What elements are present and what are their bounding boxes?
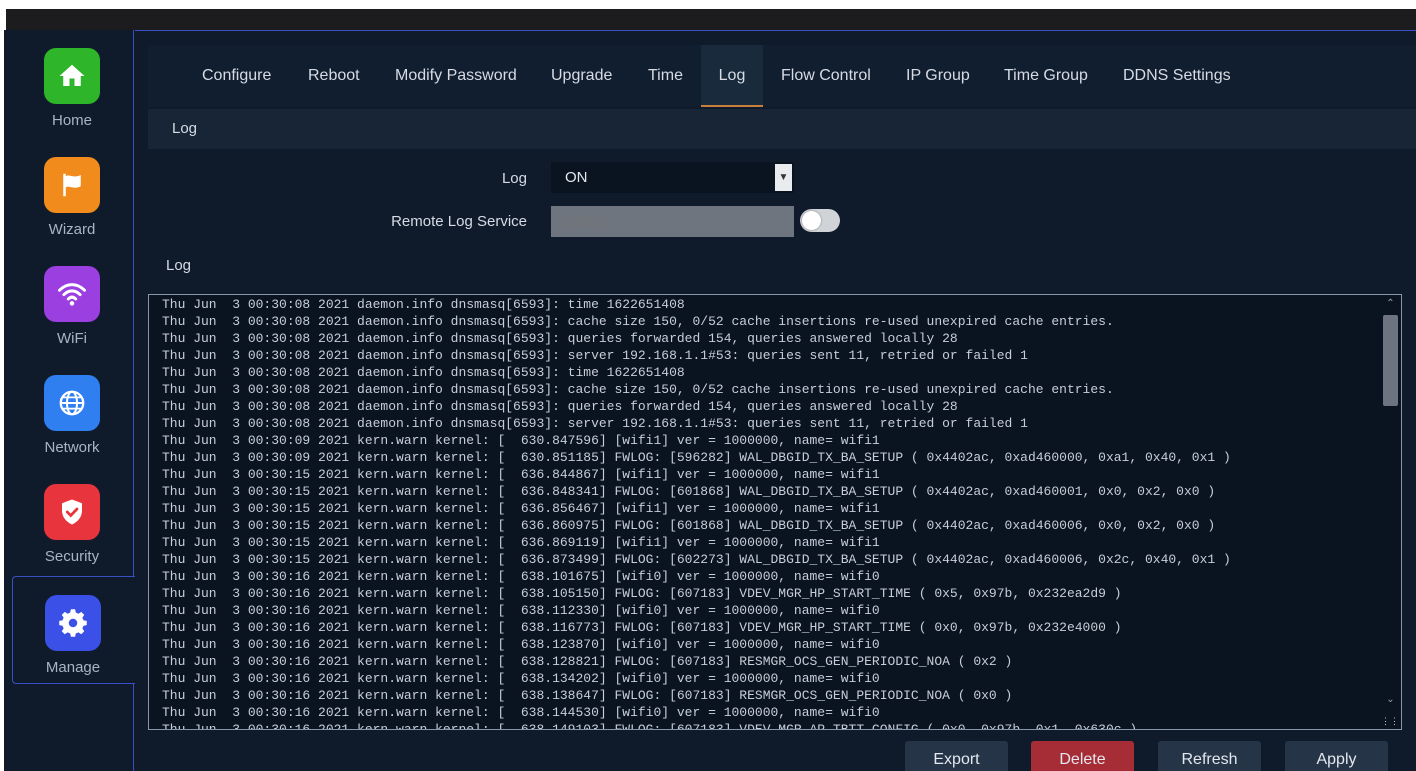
log-line: Thu Jun 3 00:30:09 2021 kern.warn kernel… bbox=[162, 433, 880, 448]
log-line: Thu Jun 3 00:30:16 2021 kern.warn kernel… bbox=[162, 654, 1013, 669]
sidebar-item-label: Manage bbox=[45, 659, 101, 676]
log-line: Thu Jun 3 00:30:08 2021 daemon.info dnsm… bbox=[162, 399, 958, 414]
scroll-up-icon[interactable]: ⌃ bbox=[1383, 297, 1398, 311]
log-heading: Log bbox=[166, 257, 192, 274]
log-line: Thu Jun 3 00:30:08 2021 daemon.info dnsm… bbox=[162, 297, 685, 312]
sidebar-item-label: WiFi bbox=[57, 330, 87, 347]
log-select-value: ON bbox=[565, 169, 588, 186]
delete-button[interactable]: Delete bbox=[1031, 741, 1134, 771]
browser-bar bbox=[6, 9, 1416, 31]
refresh-button[interactable]: Refresh bbox=[1158, 741, 1261, 771]
main-panel: Configure Reboot Modify Password Upgrade… bbox=[135, 30, 1416, 771]
resize-grip-icon[interactable]: ⋮⋮ bbox=[1381, 716, 1399, 727]
log-line: Thu Jun 3 00:30:09 2021 kern.warn kernel… bbox=[162, 450, 1231, 465]
chevron-down-icon: ▼ bbox=[775, 164, 792, 191]
log-line: Thu Jun 3 00:30:16 2021 kern.warn kernel… bbox=[162, 671, 880, 686]
log-line: Thu Jun 3 00:30:16 2021 kern.warn kernel… bbox=[162, 586, 1122, 601]
sidebar-item-label: Network bbox=[44, 439, 100, 456]
log-line: Thu Jun 3 00:30:16 2021 kern.warn kernel… bbox=[162, 569, 880, 584]
tab-log[interactable]: Log bbox=[701, 45, 763, 107]
log-line: Thu Jun 3 00:30:15 2021 kern.warn kernel… bbox=[162, 467, 880, 482]
log-scrollbar[interactable]: ⌃ ⌄ bbox=[1380, 295, 1401, 729]
log-line: Thu Jun 3 00:30:08 2021 daemon.info dnsm… bbox=[162, 365, 685, 380]
remote-log-toggle[interactable] bbox=[800, 209, 840, 232]
log-line: Thu Jun 3 00:30:16 2021 kern.warn kernel… bbox=[162, 637, 880, 652]
sidebar-item-label: Home bbox=[51, 112, 92, 129]
tab-configure[interactable]: Configure bbox=[190, 45, 283, 107]
section-title: Log bbox=[148, 109, 1416, 149]
sidebar-item-wifi[interactable]: WiFi bbox=[4, 248, 134, 356]
tab-reboot[interactable]: Reboot bbox=[296, 45, 372, 107]
scroll-thumb[interactable] bbox=[1383, 315, 1398, 406]
log-line: Thu Jun 3 00:30:15 2021 kern.warn kernel… bbox=[162, 501, 880, 516]
tab-bar: Configure Reboot Modify Password Upgrade… bbox=[148, 45, 1416, 107]
log-label: Log bbox=[501, 170, 527, 187]
log-line: Thu Jun 3 00:30:15 2021 kern.warn kernel… bbox=[162, 552, 1231, 567]
sidebar: Home Wizard WiFi Network Security Manage bbox=[4, 30, 139, 771]
log-line: Thu Jun 3 00:30:16 2021 kern.warn kernel… bbox=[162, 705, 880, 720]
wifi-icon bbox=[44, 266, 100, 322]
remote-log-label: Remote Log Service bbox=[391, 213, 527, 230]
tab-time-group[interactable]: Time Group bbox=[992, 45, 1100, 107]
log-line: Thu Jun 3 00:30:16 2021 kern.warn kernel… bbox=[162, 603, 880, 618]
log-content: Thu Jun 3 00:30:08 2021 daemon.info dnsm… bbox=[162, 296, 1362, 730]
sidebar-item-wizard[interactable]: Wizard bbox=[4, 139, 134, 247]
sidebar-item-network[interactable]: Network bbox=[4, 357, 134, 465]
shield-icon bbox=[44, 484, 100, 540]
log-line: Thu Jun 3 00:30:08 2021 daemon.info dnsm… bbox=[162, 348, 1028, 363]
remote-log-input[interactable] bbox=[551, 206, 794, 237]
toggle-knob bbox=[802, 211, 821, 230]
log-line: Thu Jun 3 00:30:16 2021 kern.warn kernel… bbox=[162, 688, 1013, 703]
sidebar-item-security[interactable]: Security bbox=[4, 466, 134, 574]
log-line: Thu Jun 3 00:30:15 2021 kern.warn kernel… bbox=[162, 484, 1216, 499]
tab-ip-group[interactable]: IP Group bbox=[894, 45, 982, 107]
log-line: Thu Jun 3 00:30:08 2021 daemon.info dnsm… bbox=[162, 314, 1114, 329]
log-select[interactable]: ON ▼ bbox=[551, 162, 794, 193]
sidebar-item-label: Security bbox=[44, 548, 100, 565]
flag-icon bbox=[44, 157, 100, 213]
tab-modify-password[interactable]: Modify Password bbox=[383, 45, 529, 107]
gear-icon bbox=[45, 595, 101, 651]
log-line: Thu Jun 3 00:30:08 2021 daemon.info dnsm… bbox=[162, 416, 1028, 431]
tab-ddns-settings[interactable]: DDNS Settings bbox=[1111, 45, 1243, 107]
tab-flow-control[interactable]: Flow Control bbox=[769, 45, 883, 107]
home-icon bbox=[44, 48, 100, 104]
sidebar-item-home[interactable]: Home bbox=[4, 30, 134, 138]
log-line: Thu Jun 3 00:30:08 2021 daemon.info dnsm… bbox=[162, 382, 1114, 397]
sidebar-item-manage[interactable]: Manage bbox=[12, 576, 139, 684]
sidebar-item-label: Wizard bbox=[48, 221, 96, 238]
log-line: Thu Jun 3 00:30:08 2021 daemon.info dnsm… bbox=[162, 331, 958, 346]
globe-icon bbox=[44, 375, 100, 431]
log-textarea[interactable]: Thu Jun 3 00:30:08 2021 daemon.info dnsm… bbox=[148, 294, 1402, 730]
log-line: Thu Jun 3 00:30:16 2021 kern.warn kernel… bbox=[162, 620, 1122, 635]
export-button[interactable]: Export bbox=[905, 741, 1008, 771]
tab-time[interactable]: Time bbox=[636, 45, 695, 107]
log-line: Thu Jun 3 00:30:15 2021 kern.warn kernel… bbox=[162, 535, 880, 550]
scroll-down-icon[interactable]: ⌄ bbox=[1383, 693, 1398, 707]
apply-button[interactable]: Apply bbox=[1285, 741, 1388, 771]
log-line: Thu Jun 3 00:30:16 2021 kern.warn kernel… bbox=[162, 722, 1138, 730]
tab-upgrade[interactable]: Upgrade bbox=[539, 45, 624, 107]
log-line: Thu Jun 3 00:30:15 2021 kern.warn kernel… bbox=[162, 518, 1216, 533]
